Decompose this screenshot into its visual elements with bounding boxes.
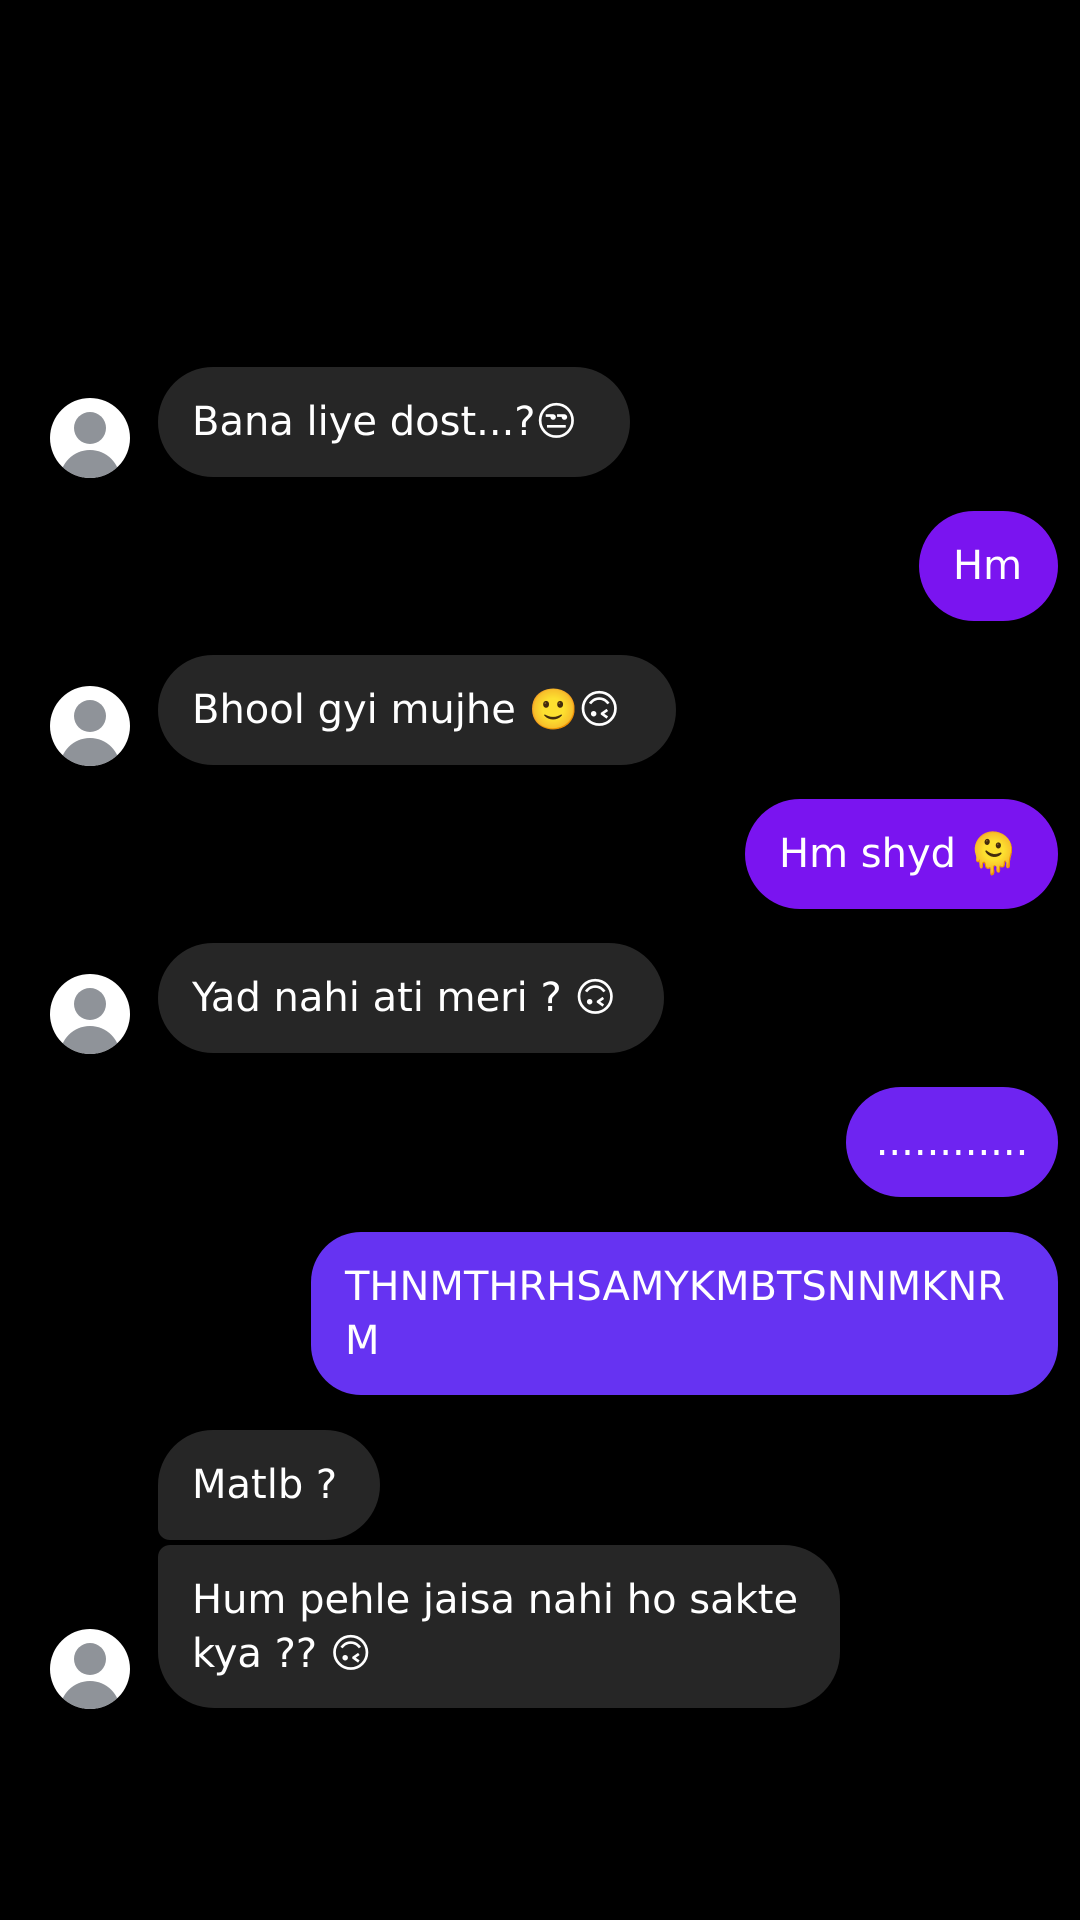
message-text: Yad nahi ati meri ? 🙃: [192, 975, 617, 1021]
outgoing-message-bubble[interactable]: ............: [846, 1087, 1058, 1197]
sender-avatar[interactable]: [50, 974, 130, 1054]
avatar-head-shape: [74, 700, 106, 732]
message-text: ............: [875, 1119, 1029, 1165]
outgoing-message-bubble[interactable]: Hm shyd 🫠: [745, 799, 1058, 909]
outgoing-message-bubble[interactable]: THNMTHRHSAMYKMBTSNNMKNRM: [311, 1232, 1058, 1395]
avatar-body-shape: [60, 1681, 120, 1709]
outgoing-message-bubble[interactable]: Hm: [919, 511, 1058, 621]
sender-avatar[interactable]: [50, 398, 130, 478]
avatar-body-shape: [60, 450, 120, 478]
incoming-message-bubble[interactable]: Yad nahi ati meri ? 🙃: [158, 943, 664, 1053]
sender-avatar[interactable]: [50, 686, 130, 766]
message-text: Hum pehle jaisa nahi ho sakte kya ?? 🙃: [192, 1576, 799, 1677]
incoming-message-bubble[interactable]: Bhool gyi mujhe 🙂🙃: [158, 655, 676, 765]
avatar-head-shape: [74, 412, 106, 444]
incoming-message-bubble[interactable]: Matlb ?: [158, 1430, 380, 1540]
sender-avatar[interactable]: [50, 1629, 130, 1709]
message-text: Hm: [953, 543, 1023, 589]
message-text: Bhool gyi mujhe 🙂🙃: [192, 687, 621, 733]
avatar-body-shape: [60, 1026, 120, 1054]
message-text: THNMTHRHSAMYKMBTSNNMKNRM: [345, 1263, 1006, 1364]
chat-thread: Bana liye dost...?😒 Hm Bhool gyi mujhe 🙂…: [0, 0, 1080, 1920]
avatar-head-shape: [74, 988, 106, 1020]
message-text: Bana liye dost...?😒: [192, 399, 578, 445]
avatar-head-shape: [74, 1643, 106, 1675]
message-text: Matlb ?: [192, 1462, 338, 1508]
avatar-body-shape: [60, 738, 120, 766]
incoming-message-bubble[interactable]: Hum pehle jaisa nahi ho sakte kya ?? 🙃: [158, 1545, 840, 1708]
message-text: Hm shyd 🫠: [779, 831, 1019, 877]
incoming-message-bubble[interactable]: Bana liye dost...?😒: [158, 367, 630, 477]
